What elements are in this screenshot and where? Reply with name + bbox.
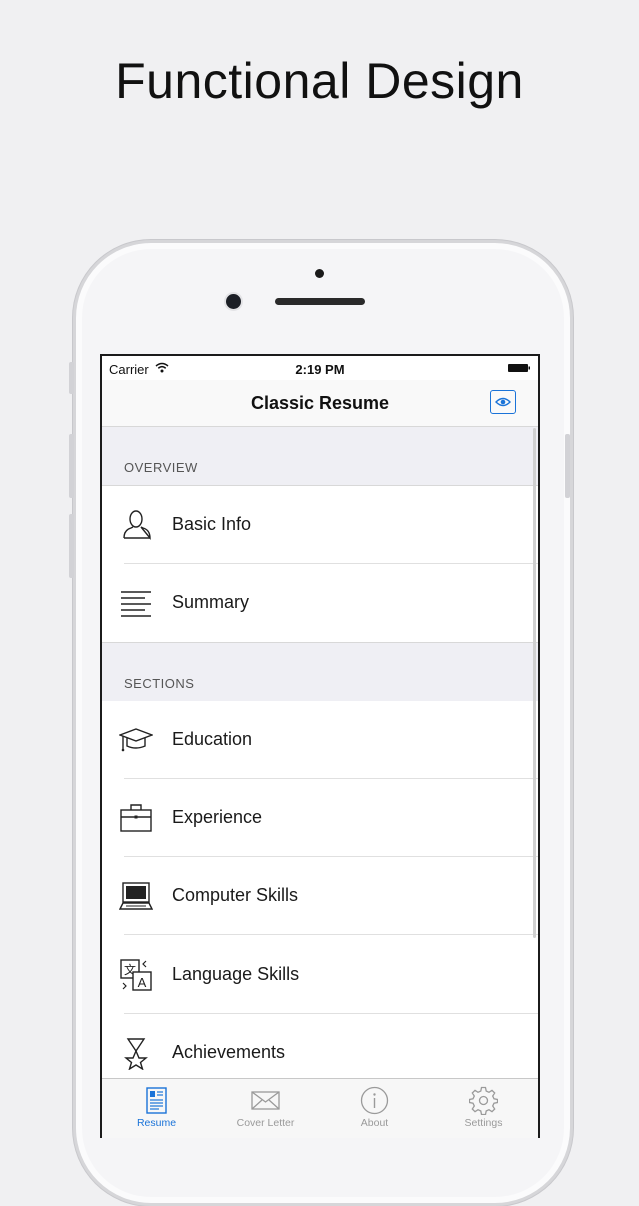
- scroll-indicator[interactable]: [533, 428, 536, 938]
- section-header-sections: SECTIONS: [102, 642, 538, 702]
- proximity-sensor: [315, 269, 324, 278]
- envelope-icon: [251, 1091, 280, 1110]
- promo-headline: Functional Design: [115, 53, 524, 109]
- volume-up-button: [69, 434, 74, 498]
- translate-icon: 文 A: [120, 959, 152, 991]
- list-item-label: Basic Info: [172, 514, 252, 534]
- power-button: [565, 434, 570, 498]
- battery-icon: [508, 364, 530, 372]
- section-header-label: SECTIONS: [124, 676, 195, 691]
- app-screen: Carrier 2:19 PM Classic Resume OVERVIEW: [100, 354, 540, 1138]
- list-item-label: Education: [172, 729, 253, 749]
- status-bar: Carrier 2:19 PM: [102, 356, 538, 380]
- earpiece-speaker: [275, 298, 365, 305]
- briefcase-icon: [120, 804, 152, 832]
- trophy-icon: [124, 1038, 148, 1070]
- list-item-label: Experience: [172, 807, 263, 827]
- section-header-label: OVERVIEW: [124, 460, 198, 475]
- gear-icon: [469, 1086, 498, 1115]
- nav-title: Classic Resume: [250, 393, 390, 413]
- tab-resume[interactable]: Resume: [102, 1079, 211, 1138]
- list-item-label: Summary: [172, 592, 250, 612]
- tab-label: Resume: [136, 1117, 177, 1129]
- front-camera: [226, 294, 241, 309]
- tab-bar: Resume Cover Letter About Settings: [102, 1078, 538, 1138]
- list-item-basic-info[interactable]: Basic Info: [102, 486, 538, 564]
- laptop-icon: [119, 882, 153, 910]
- tab-label: Cover Letter: [236, 1117, 295, 1129]
- row-separator: [124, 934, 538, 935]
- navigation-bar: Classic Resume: [102, 380, 538, 427]
- list-item-label: Language Skills: [172, 964, 300, 984]
- tab-label: Settings: [464, 1117, 503, 1129]
- volume-down-button: [69, 514, 74, 578]
- tab-about[interactable]: About: [320, 1079, 429, 1138]
- eye-icon: [495, 397, 511, 407]
- list-item-language-skills[interactable]: 文 A Language Skills: [102, 936, 538, 1014]
- text-lines-icon: [121, 591, 151, 617]
- list-item-computer-skills[interactable]: Computer Skills: [102, 857, 538, 935]
- tab-settings[interactable]: Settings: [429, 1079, 538, 1138]
- info-icon: [360, 1086, 389, 1115]
- tab-label: About: [360, 1117, 389, 1129]
- status-time: 2:19 PM: [295, 362, 345, 377]
- list-item-label: Computer Skills: [172, 885, 299, 905]
- list-item-summary[interactable]: Summary: [102, 564, 538, 642]
- section-header-overview: OVERVIEW: [102, 427, 538, 486]
- list-item-label: Achievements: [172, 1042, 286, 1062]
- list-item-experience[interactable]: Experience: [102, 779, 538, 857]
- svg-text:A: A: [138, 975, 147, 990]
- list-item-education[interactable]: Education: [102, 701, 538, 779]
- person-icon: [123, 510, 151, 540]
- resume-icon: [146, 1087, 167, 1114]
- tab-cover-letter[interactable]: Cover Letter: [211, 1079, 320, 1138]
- mute-switch: [69, 362, 74, 394]
- preview-button[interactable]: [490, 390, 516, 414]
- graduation-cap-icon: [119, 728, 153, 752]
